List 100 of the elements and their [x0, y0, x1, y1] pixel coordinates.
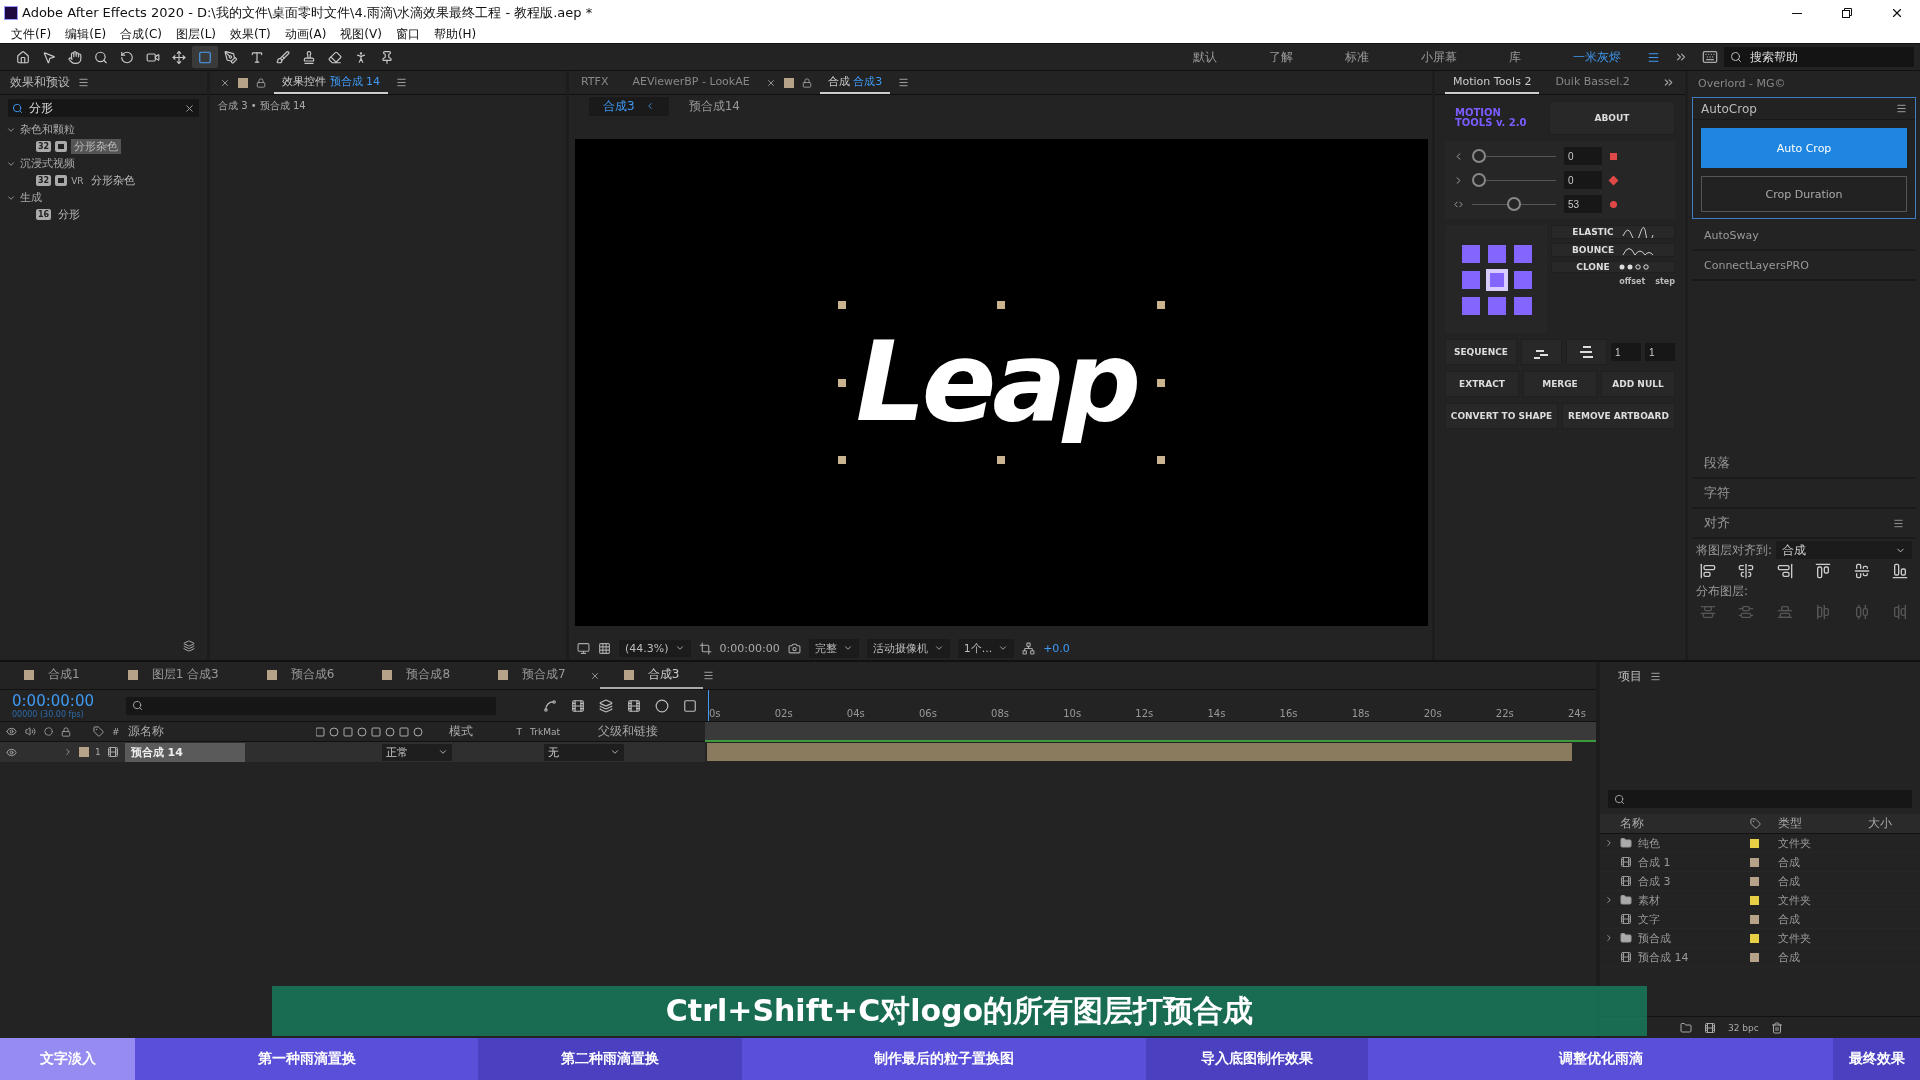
mode-select[interactable]: 正常	[381, 743, 452, 761]
step-field[interactable]: 1	[1645, 343, 1675, 361]
transform-handle[interactable]	[1157, 301, 1166, 309]
lock-icon[interactable]	[801, 77, 812, 88]
menu-item[interactable]: 文件(F)	[4, 26, 59, 43]
auto-crop-button[interactable]: Auto Crop	[1701, 128, 1907, 168]
align-icon[interactable]	[1700, 563, 1716, 579]
align-icon[interactable]	[1891, 563, 1908, 579]
close-icon[interactable]	[220, 77, 230, 88]
timeline-tool-icon[interactable]	[543, 698, 557, 713]
project-search-field[interactable]	[1608, 790, 1912, 808]
align-icon[interactable]	[1738, 563, 1755, 579]
chapter-button[interactable]: 第二种雨滴置换	[478, 1038, 742, 1080]
visibility-icon[interactable]	[6, 746, 17, 758]
menu-item[interactable]: 窗口	[388, 26, 427, 43]
transform-handle[interactable]	[837, 456, 846, 464]
easing-button[interactable]: ELASTIC	[1551, 225, 1675, 239]
menu-icon[interactable]	[1650, 670, 1661, 682]
panel-tab[interactable]: Duik Bassel.2	[1547, 71, 1638, 94]
expand-icon[interactable]	[1604, 838, 1614, 848]
project-item[interactable]: 文字 合成	[1600, 910, 1920, 929]
more-icon[interactable]	[1662, 76, 1675, 89]
expand-icon[interactable]	[1604, 933, 1614, 943]
menu-icon[interactable]	[1647, 50, 1660, 64]
layer-row[interactable]: 1 预合成 14 正常 无	[0, 742, 705, 762]
search-field[interactable]: 分形	[27, 100, 180, 116]
project-item[interactable]: 预合成 文件夹	[1600, 929, 1920, 948]
flowchart-icon[interactable]	[1022, 641, 1036, 655]
project-item[interactable]: 合成 1 合成	[1600, 853, 1920, 872]
resolution-select[interactable]: 完整	[808, 638, 859, 658]
timeline-tab[interactable]: 预合成7	[474, 662, 590, 689]
timeline-tool-icon[interactable]	[655, 698, 669, 713]
timeline-tool-icon[interactable]	[571, 698, 585, 713]
panel-tab[interactable]: 效果控件 预合成 14	[274, 71, 388, 94]
parent-select[interactable]: 无	[543, 743, 624, 761]
slider-thumb[interactable]	[1472, 149, 1486, 163]
menu-icon[interactable]	[1896, 103, 1907, 114]
align-icon[interactable]	[1853, 563, 1870, 579]
close-icon[interactable]	[589, 670, 600, 681]
action-button[interactable]: ADD NULL	[1601, 371, 1675, 397]
project-item[interactable]: 合成 3 合成	[1600, 872, 1920, 891]
stagger-button[interactable]	[1566, 339, 1607, 365]
transform-handle[interactable]	[997, 456, 1006, 464]
menu-item[interactable]: 合成(C)	[113, 26, 169, 43]
new-composition-icon[interactable]	[1704, 1021, 1716, 1034]
menu-icon[interactable]	[703, 670, 715, 681]
action-button[interactable]: EXTRACT	[1445, 371, 1519, 397]
chapter-button[interactable]: 最终效果	[1833, 1038, 1920, 1080]
layer-search-field[interactable]	[126, 696, 496, 715]
views-select[interactable]: 1个...	[957, 638, 1015, 658]
align-icon[interactable]	[1776, 563, 1793, 579]
more-icon[interactable]	[1674, 50, 1688, 64]
effect-item[interactable]: 分形杂色	[71, 139, 122, 154]
timeline-tool-icon[interactable]	[599, 698, 613, 713]
value-field[interactable]: 0	[1564, 147, 1602, 165]
timecode-text[interactable]: 0:00:00:00	[12, 692, 108, 710]
viewer-tab[interactable]: 合成 合成3	[819, 71, 891, 94]
transform-handle[interactable]	[997, 301, 1006, 309]
menu-item[interactable]: 视图(V)	[333, 26, 389, 43]
menu-item[interactable]: 图层(L)	[168, 26, 224, 43]
align-target-select[interactable]: 合成	[1776, 541, 1912, 559]
menu-icon[interactable]	[898, 77, 910, 88]
sequence-button[interactable]: SEQUENCE	[1445, 339, 1517, 365]
help-search-box[interactable]: 搜索帮助	[1724, 47, 1914, 67]
snapshot-icon[interactable]	[787, 641, 801, 655]
menu-item[interactable]: 动画(A)	[277, 26, 334, 43]
breadcrumb-button[interactable]: 预合成14	[674, 96, 754, 116]
offset-field[interactable]: 1	[1611, 343, 1641, 361]
viewer-tab[interactable]: AEViewerBP - LookAE	[624, 71, 758, 94]
timeline-tab[interactable]: 合成1	[0, 662, 104, 689]
menu-item[interactable]: 帮助(H)	[426, 26, 484, 43]
timecode-text[interactable]: 0:00:00:00	[719, 641, 780, 655]
timeline-tab[interactable]: 合成3	[599, 662, 704, 689]
workspace-tab[interactable]: 库	[1483, 43, 1547, 71]
expand-icon[interactable]	[63, 747, 73, 757]
menu-icon[interactable]	[396, 77, 407, 88]
collapsed-panel[interactable]: 字符	[1692, 479, 1916, 509]
clear-icon[interactable]	[184, 102, 195, 114]
easing-button[interactable]: CLONE	[1551, 261, 1675, 273]
bit-depth-text[interactable]: 32 bpc	[1728, 1022, 1759, 1033]
chapter-button[interactable]: 导入底图制作效果	[1146, 1038, 1368, 1080]
lock-icon[interactable]	[256, 77, 266, 88]
viewer-tab[interactable]: RTFX	[573, 71, 617, 94]
collapsed-panel[interactable]: AutoSway	[1692, 221, 1916, 251]
anchor-grid-drawing[interactable]	[1460, 243, 1532, 315]
action-button[interactable]: REMOVE ARTBOARD	[1562, 403, 1675, 429]
project-item[interactable]: 纯色 文件夹	[1600, 834, 1920, 853]
expand-icon[interactable]	[1604, 895, 1614, 905]
menu-item[interactable]: 效果(T)	[223, 26, 278, 43]
crop-icon[interactable]	[698, 641, 712, 655]
crop-duration-button[interactable]: Crop Duration	[1701, 176, 1907, 212]
workspace-tab[interactable]: 了解	[1243, 43, 1319, 71]
slider-thumb[interactable]	[1507, 197, 1521, 211]
menu-icon[interactable]	[1893, 517, 1904, 529]
grid-icon[interactable]	[598, 641, 611, 655]
transform-handle[interactable]	[837, 301, 846, 309]
timeline-tool-icon[interactable]	[683, 698, 697, 713]
panel-tab[interactable]: Motion Tools 2	[1445, 71, 1540, 94]
help-search-field[interactable]: 搜索帮助	[1748, 49, 1898, 65]
breadcrumb-button[interactable]: 合成3	[589, 96, 669, 116]
